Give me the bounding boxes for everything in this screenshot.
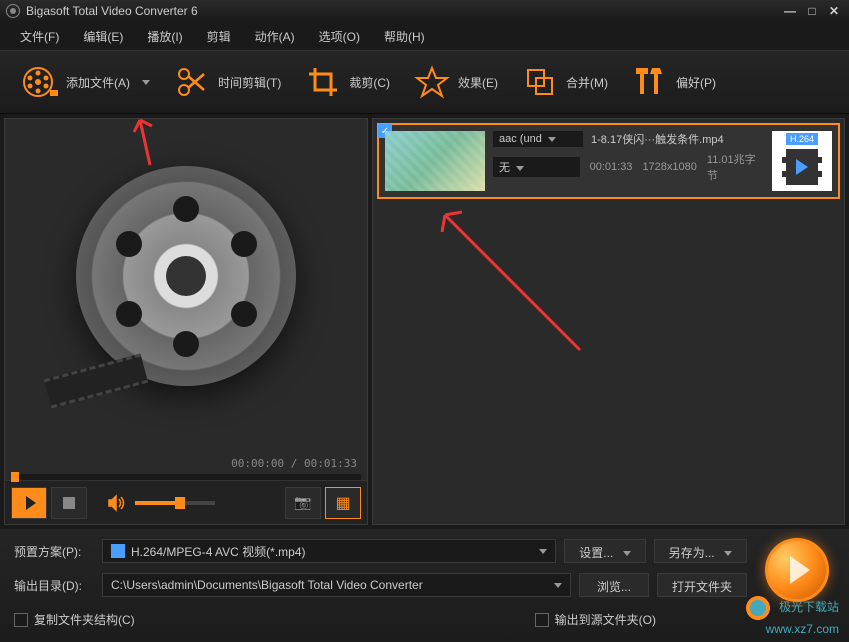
format-icon [782, 149, 822, 185]
preset-value: H.264/MPEG-4 AVC 视频(*.mp4) [131, 543, 306, 560]
film-reel-graphic [56, 156, 316, 416]
menu-edit[interactable]: 编辑(E) [77, 26, 129, 47]
output-path-value: C:\Users\admin\Documents\Bigasoft Total … [111, 578, 423, 592]
file-list-pane: ✓ aac (und 1-8.17侠闪···触发条件.mp4 无 00:01:3… [372, 118, 845, 525]
preview-area [5, 119, 367, 453]
chevron-down-icon [554, 583, 562, 588]
film-reel-icon [22, 64, 58, 100]
effect-label: 效果(E) [458, 74, 498, 91]
preset-label: 预置方案(P): [14, 543, 94, 560]
subtitle-select[interactable]: 无 [493, 157, 580, 177]
filmstrip-button[interactable] [325, 487, 361, 519]
effect-button[interactable]: 效果(E) [402, 64, 510, 100]
menu-option[interactable]: 选项(O) [313, 26, 366, 47]
output-format-indicator[interactable]: H.264 [772, 131, 832, 191]
crop-label: 裁剪(C) [349, 74, 390, 91]
watermark-name: 极光下载站 [779, 600, 839, 614]
merge-label: 合并(M) [566, 74, 608, 91]
menu-file[interactable]: 文件(F) [14, 26, 65, 47]
minimize-button[interactable]: — [781, 4, 799, 18]
time-display: 00:00:00 / 00:01:33 [5, 453, 367, 474]
settings-button[interactable]: 设置... [564, 539, 645, 563]
file-item[interactable]: ✓ aac (und 1-8.17侠闪···触发条件.mp4 无 00:01:3… [377, 123, 840, 199]
preferences-button[interactable]: 偏好(P) [620, 64, 728, 100]
seek-bar[interactable] [11, 474, 361, 480]
player-controls [5, 480, 367, 524]
audio-track-select[interactable]: aac (und [493, 131, 583, 147]
menu-trim[interactable]: 剪辑 [201, 26, 237, 47]
preset-select[interactable]: H.264/MPEG-4 AVC 视频(*.mp4) [102, 539, 556, 563]
close-button[interactable]: ✕ [825, 4, 843, 18]
preview-pane: 00:00:00 / 00:01:33 [4, 118, 368, 525]
output-label: 输出目录(D): [14, 577, 94, 594]
bottom-panel: 预置方案(P): H.264/MPEG-4 AVC 视频(*.mp4) 设置..… [0, 529, 849, 642]
app-icon [6, 4, 20, 18]
maximize-button[interactable]: □ [803, 4, 821, 18]
crop-button[interactable]: 裁剪(C) [293, 64, 402, 100]
volume-slider[interactable] [135, 501, 215, 505]
format-badge: H.264 [786, 133, 818, 145]
tools-icon [632, 64, 668, 100]
copy-structure-label: 复制文件夹结构(C) [34, 611, 135, 628]
watermark: 极光下载站 www.xz7.com [744, 594, 839, 636]
file-size: 11.01兆字节 [707, 151, 764, 183]
trim-label: 时间剪辑(T) [218, 74, 281, 91]
stop-button[interactable] [51, 487, 87, 519]
checkbox-icon [14, 613, 28, 627]
open-folder-button[interactable]: 打开文件夹 [657, 573, 747, 597]
output-source-checkbox[interactable]: 输出到源文件夹(O) [535, 611, 656, 628]
play-button[interactable] [11, 487, 47, 519]
browse-button[interactable]: 浏览... [579, 573, 649, 597]
watermark-url: www.xz7.com [766, 622, 839, 636]
file-thumbnail [385, 131, 485, 191]
trim-button[interactable]: 时间剪辑(T) [162, 64, 293, 100]
star-icon [414, 64, 450, 100]
merge-button[interactable]: 合并(M) [510, 64, 620, 100]
seek-handle[interactable] [11, 472, 19, 482]
titlebar: Bigasoft Total Video Converter 6 — □ ✕ [0, 0, 849, 22]
output-source-label: 输出到源文件夹(O) [555, 611, 656, 628]
file-duration: 00:01:33 [590, 161, 633, 173]
scissors-icon [174, 64, 210, 100]
convert-button[interactable] [765, 538, 829, 602]
menu-play[interactable]: 播放(I) [141, 26, 188, 47]
file-resolution: 1728x1080 [642, 161, 696, 173]
menu-action[interactable]: 动作(A) [249, 26, 301, 47]
add-file-button[interactable]: 添加文件(A) [10, 64, 162, 100]
toolbar: 添加文件(A) 时间剪辑(T) 裁剪(C) 效果(E) 合并(M) [0, 50, 849, 114]
copy-structure-checkbox[interactable]: 复制文件夹结构(C) [14, 611, 135, 628]
snapshot-button[interactable] [285, 487, 321, 519]
merge-icon [522, 64, 558, 100]
crop-icon [305, 64, 341, 100]
chevron-down-icon [142, 80, 150, 85]
add-file-label: 添加文件(A) [66, 74, 130, 91]
preferences-label: 偏好(P) [676, 74, 716, 91]
window-title: Bigasoft Total Video Converter 6 [26, 4, 781, 18]
preset-icon [111, 544, 125, 558]
save-as-button[interactable]: 另存为... [654, 539, 747, 563]
watermark-logo-icon [744, 594, 772, 622]
volume-icon[interactable] [101, 488, 131, 518]
menu-help[interactable]: 帮助(H) [378, 26, 431, 47]
file-name: 1-8.17侠闪···触发条件.mp4 [591, 131, 724, 147]
menubar: 文件(F) 编辑(E) 播放(I) 剪辑 动作(A) 选项(O) 帮助(H) [0, 22, 849, 50]
checkbox-icon [535, 613, 549, 627]
volume-handle[interactable] [175, 497, 185, 509]
output-path-input[interactable]: C:\Users\admin\Documents\Bigasoft Total … [102, 573, 571, 597]
chevron-down-icon [539, 549, 547, 554]
